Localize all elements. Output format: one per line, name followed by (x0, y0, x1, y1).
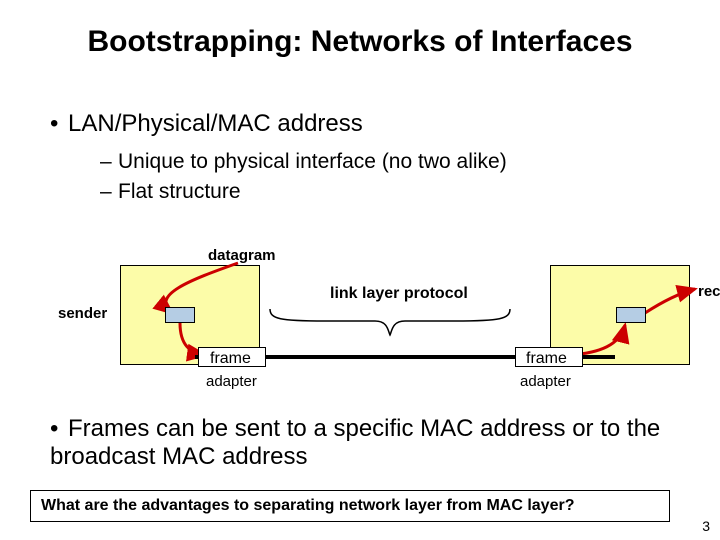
diagram: datagram sender receiver link layer prot… (60, 255, 660, 395)
curly-brace-icon (270, 307, 510, 341)
label-frame-right: frame (526, 350, 567, 368)
label-frame-left: frame (210, 350, 251, 368)
arrow-datagram-to-sender-adapter (166, 263, 238, 313)
subbullet-unique: –Unique to physical interface (no two al… (100, 150, 507, 174)
label-adapter-right: adapter (520, 373, 571, 390)
label-link-layer-protocol: link layer protocol (330, 285, 468, 303)
page-number: 3 (702, 518, 710, 534)
bullet-text: Frames can be sent to a specific MAC add… (50, 415, 660, 470)
dash-icon: – (100, 150, 118, 174)
subbullet-text: Flat structure (118, 180, 241, 203)
bullet-frames: •Frames can be sent to a specific MAC ad… (50, 415, 670, 471)
subbullet-flat: –Flat structure (100, 180, 241, 204)
arrow-receiver-adapter-to-receiver (645, 289, 695, 313)
sender-adapter-port (165, 307, 195, 323)
dash-icon: – (100, 180, 118, 204)
bullet-lan-mac: •LAN/Physical/MAC address (50, 110, 363, 138)
slide: Bootstrapping: Networks of Interfaces •L… (0, 0, 720, 540)
bullet-dot-icon: • (50, 110, 68, 138)
label-adapter-left: adapter (206, 373, 257, 390)
callout-question: What are the advantages to separating ne… (30, 490, 670, 522)
slide-title: Bootstrapping: Networks of Interfaces (0, 25, 720, 59)
receiver-adapter-port (616, 307, 646, 323)
subbullet-text: Unique to physical interface (no two ali… (118, 150, 507, 173)
label-datagram: datagram (208, 247, 276, 264)
label-sender: sender (58, 305, 107, 322)
bullet-dot-icon: • (50, 415, 68, 443)
bullet-text: LAN/Physical/MAC address (68, 110, 363, 137)
label-receiver: receiver (698, 283, 720, 300)
